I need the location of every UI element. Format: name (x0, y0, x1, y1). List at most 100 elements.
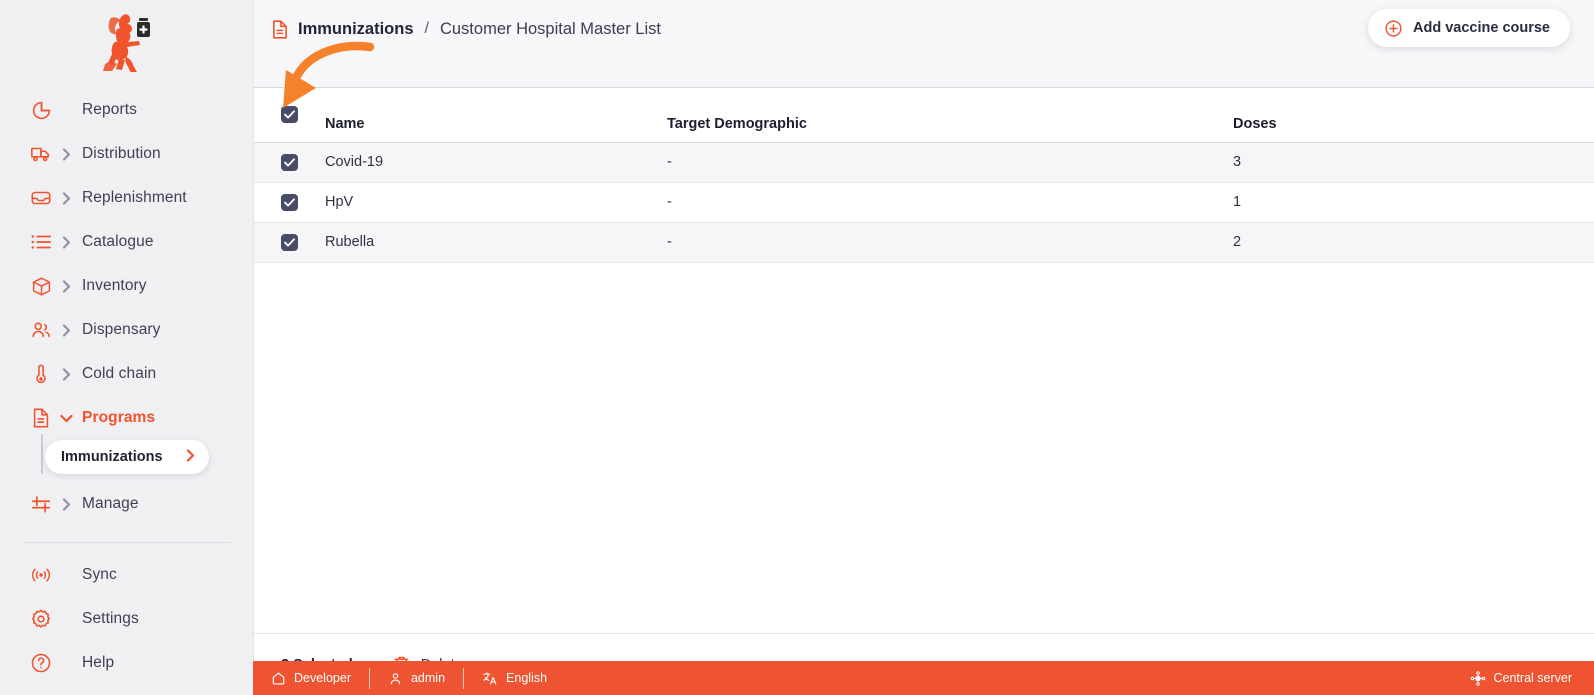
breadcrumb-separator: / (424, 20, 429, 37)
sliders-icon (30, 493, 52, 515)
sync-icon (30, 564, 52, 586)
chevron-right-icon (186, 449, 195, 465)
home-icon (271, 671, 286, 686)
sidebar-item-label: Reports (82, 101, 137, 118)
breadcrumb-current: Customer Hospital Master List (439, 19, 661, 38)
row-checkbox[interactable] (281, 233, 298, 251)
data-table: Name Target Demographic Doses Covid-19 -… (253, 88, 1594, 263)
users-icon (30, 319, 52, 341)
list-icon (30, 231, 52, 253)
chevron-down-icon (58, 414, 74, 423)
document-icon (30, 407, 52, 429)
status-server-label: Central server (1493, 671, 1573, 685)
breadcrumb-root[interactable]: Immunizations (298, 20, 414, 39)
add-vaccine-course-button[interactable]: Add vaccine course (1368, 9, 1570, 47)
breadcrumb: Immunizations / Customer Hospital Master… (271, 14, 661, 44)
sidebar-divider (22, 542, 231, 543)
table-row[interactable]: Covid-19 - 3 (253, 142, 1594, 183)
row-checkbox[interactable] (281, 153, 298, 171)
sidebar-item-label: Manage (82, 495, 139, 512)
column-header-target-demographic[interactable]: Target Demographic (665, 88, 1231, 143)
chevron-right-icon (58, 323, 74, 337)
thermometer-icon (30, 363, 52, 385)
sidebar-item-dispensary[interactable]: Dispensary (0, 308, 253, 352)
chevron-right-icon (58, 497, 74, 511)
status-server[interactable]: Central server (1452, 667, 1581, 689)
cell-name: HpV (323, 182, 665, 223)
document-icon (271, 19, 289, 40)
sidebar-item-distribution[interactable]: Distribution (0, 132, 253, 176)
sidebar-item-label: Help (82, 654, 115, 671)
table-header: Name Target Demographic Doses (253, 88, 1594, 143)
add-vaccine-course-label: Add vaccine course (1413, 20, 1550, 36)
sidebar-item-label: Distribution (82, 145, 161, 162)
sidebar-item-catalogue[interactable]: Catalogue (0, 220, 253, 264)
user-icon (388, 671, 403, 686)
sidebar-submenu-programs: Immunizations (0, 434, 253, 474)
column-header-doses[interactable]: Doses (1231, 88, 1594, 143)
cell-doses: 3 (1231, 142, 1594, 183)
sidebar-item-reports[interactable]: › Reports (0, 88, 253, 132)
select-all-header-cell (253, 88, 323, 143)
row-checkbox-cell (253, 182, 323, 223)
status-user-label: admin (410, 671, 446, 685)
sidebar-nav: › Reports Distribution (0, 84, 253, 685)
sidebar-item-label: Programs (82, 409, 156, 426)
chevron-right-icon (58, 367, 74, 381)
chevron-right-icon (58, 235, 74, 249)
cell-name: Covid-19 (323, 142, 665, 183)
gear-icon (30, 608, 52, 630)
sidebar-item-label: Cold chain (82, 365, 157, 382)
sidebar-item-replenishment[interactable]: Replenishment (0, 176, 253, 220)
cell-target-demographic: - (665, 222, 1231, 263)
app-window: › Reports Distribution (0, 0, 1594, 695)
row-checkbox[interactable] (281, 193, 298, 211)
sidebar-item-programs[interactable]: Programs (0, 396, 253, 440)
cell-name: Rubella (323, 222, 665, 263)
sidebar-item-label: Sync (82, 566, 117, 583)
row-checkbox-cell (253, 142, 323, 183)
cell-target-demographic: - (665, 182, 1231, 223)
cell-target-demographic: - (665, 142, 1231, 183)
main-content: Immunizations / Customer Hospital Master… (253, 0, 1594, 695)
sidebar-item-cold-chain[interactable]: Cold chain (0, 352, 253, 396)
sidebar-item-immunizations[interactable]: Immunizations (45, 440, 209, 474)
status-user[interactable]: admin (370, 667, 463, 689)
table-row[interactable]: HpV - 1 (253, 182, 1594, 223)
truck-icon (30, 143, 52, 165)
status-language-label: English (506, 671, 548, 685)
sidebar-item-help[interactable]: › Help (0, 641, 253, 685)
cell-doses: 2 (1231, 222, 1594, 263)
vaccine-course-table: Name Target Demographic Doses Covid-19 -… (253, 88, 1594, 633)
sidebar: › Reports Distribution (0, 0, 253, 695)
sidebar-item-label: Inventory (82, 277, 147, 294)
sidebar-item-label: Dispensary (82, 321, 161, 338)
sidebar-item-label: Replenishment (82, 189, 187, 206)
cell-doses: 1 (1231, 182, 1594, 223)
sidebar-item-manage[interactable]: Manage (0, 482, 253, 526)
help-icon (30, 652, 52, 674)
chevron-right-icon (58, 191, 74, 205)
sidebar-item-sync[interactable]: › Sync (0, 553, 253, 597)
select-all-checkbox[interactable] (281, 106, 298, 124)
app-logo (0, 0, 253, 84)
status-store[interactable]: Developer (267, 667, 369, 689)
status-store-label: Developer (294, 671, 351, 685)
table-header-row: Name Target Demographic Doses (253, 88, 1594, 143)
chevron-right-icon (58, 147, 74, 161)
submenu-rail (41, 434, 43, 474)
sidebar-item-inventory[interactable]: Inventory (0, 264, 253, 308)
pie-chart-icon (30, 99, 52, 121)
status-language[interactable]: English (464, 667, 565, 689)
inbox-icon (30, 187, 52, 209)
box-icon (30, 275, 52, 297)
network-icon (1470, 670, 1486, 686)
table-row[interactable]: Rubella - 2 (253, 222, 1594, 263)
chevron-right-icon (58, 279, 74, 293)
column-header-name[interactable]: Name (323, 88, 665, 143)
status-bar: Developer admin English Central server (253, 661, 1594, 695)
plus-circle-icon (1384, 19, 1403, 38)
sidebar-item-label: Catalogue (82, 233, 154, 250)
sidebar-item-settings[interactable]: › Settings (0, 597, 253, 641)
page-header: Immunizations / Customer Hospital Master… (253, 0, 1594, 88)
